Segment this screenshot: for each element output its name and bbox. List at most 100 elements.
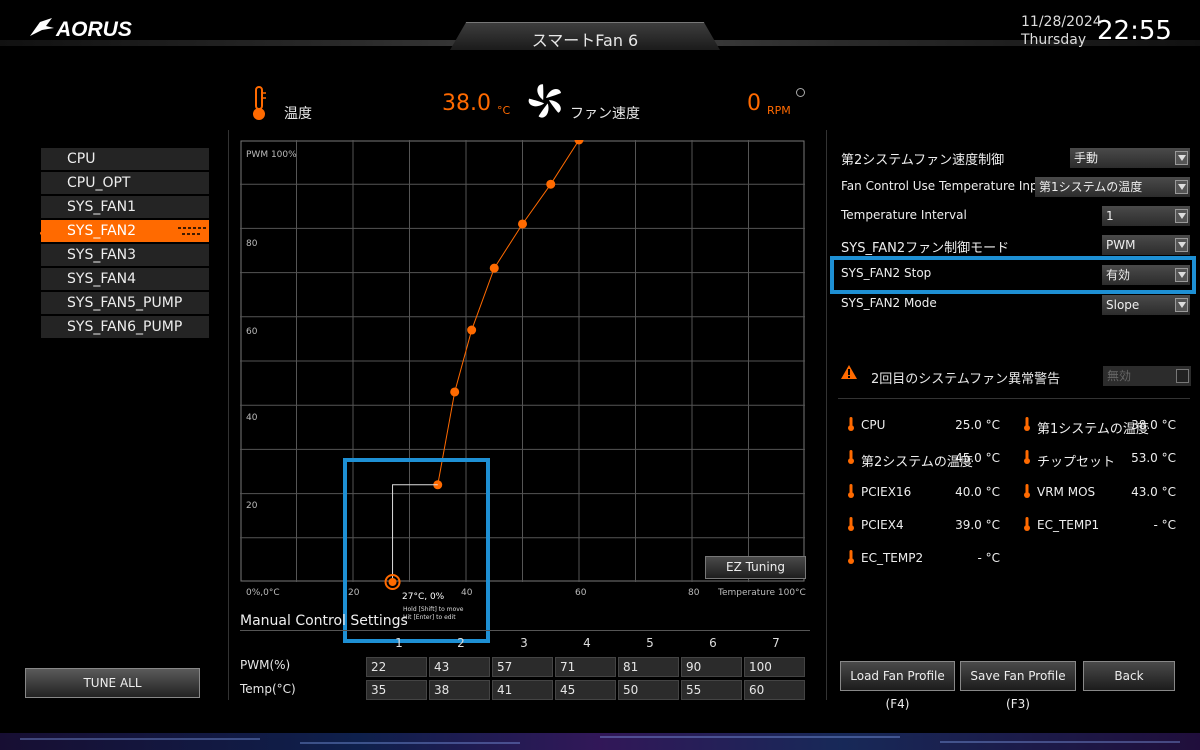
temp-cell[interactable]: 38	[429, 680, 490, 700]
curve-point[interactable]	[546, 179, 556, 189]
pwm-cell[interactable]: 90	[681, 657, 742, 677]
temp-cell[interactable]: 50	[618, 680, 679, 700]
sensor-name: EC_TEMP2	[861, 551, 924, 565]
save-fan-profile-button[interactable]: Save Fan Profile (F3)	[960, 661, 1076, 711]
temp-cell[interactable]: 35	[366, 680, 427, 700]
temp-cell[interactable]: 45	[555, 680, 616, 700]
pwm-cell[interactable]: 22	[366, 657, 427, 677]
temp-row-label: Temp(°C)	[240, 682, 296, 696]
fan-status-icon	[796, 88, 805, 97]
thermometer-icon	[848, 417, 854, 431]
sensor-value: 53.0 °C	[1131, 451, 1176, 465]
sensor-value: 39.0 °C	[955, 518, 1000, 532]
fan-item-cpu-opt[interactable]: CPU_OPT	[41, 172, 209, 194]
fan-fail-warning-checkbox[interactable]	[1176, 369, 1189, 383]
manual-control-title: Manual Control Settings	[240, 613, 408, 629]
sensor-value: 43.0 °C	[1131, 485, 1176, 499]
sensor-name: EC_TEMP1	[1037, 518, 1100, 532]
sensor-value: 38.0 °C	[1131, 418, 1176, 432]
fan-curve-line	[437, 140, 580, 485]
pwm-cell[interactable]: 71	[555, 657, 616, 677]
fan-item-sys-fan3[interactable]: SYS_FAN3	[41, 244, 209, 266]
chevron-down-icon	[1175, 180, 1188, 194]
sensor-value: 40.0 °C	[955, 485, 1000, 499]
chart-grid	[240, 140, 805, 582]
select-value: 手動	[1074, 151, 1099, 165]
thermometer-icon	[848, 550, 854, 564]
temp-cell[interactable]: 60	[744, 680, 805, 700]
sensor-divider	[838, 398, 1190, 399]
footer-decoration	[0, 733, 1200, 750]
column-number: 2	[457, 636, 465, 650]
x-tick-label: 60	[575, 588, 587, 598]
pwm-cell[interactable]: 43	[429, 657, 490, 677]
fan-item-sys-fan6-pump[interactable]: SYS_FAN6_PUMP	[41, 316, 209, 338]
fan-item-sys-fan5-pump[interactable]: SYS_FAN5_PUMP	[41, 292, 209, 314]
curve-point[interactable]	[467, 325, 477, 335]
setting-temp-input-select[interactable]: 第1システムの温度	[1035, 177, 1190, 197]
ez-tuning-button[interactable]: EZ Tuning	[705, 556, 806, 579]
setting-fan-mode-label: SYS_FAN2 Mode	[841, 296, 937, 310]
setting-fan-speed-control-label: 第2システムファン速度制御	[841, 153, 1005, 168]
setting-temp-interval-label: Temperature Interval	[841, 208, 967, 222]
chevron-down-icon	[1175, 298, 1188, 312]
setting-temp-input-label: Fan Control Use Temperature Input	[841, 179, 1050, 193]
x-tick-label: 80	[688, 588, 700, 598]
thermometer-icon	[1024, 450, 1030, 464]
select-value: 1	[1106, 209, 1114, 223]
x-axis-end-label: Temperature 100°C	[717, 588, 806, 598]
setting-control-mode-label: SYS_FAN2ファン制御モード	[841, 241, 1010, 256]
fan-icon	[528, 84, 561, 118]
thermometer-icon	[848, 450, 854, 464]
setting-fan-speed-control-select[interactable]: 手動	[1070, 148, 1190, 168]
brand-logo-text: AORUS	[56, 18, 132, 41]
fan-speed-label: ファン速度	[570, 106, 640, 122]
thermometer-icon	[253, 86, 266, 120]
setting-fan-mode-select[interactable]: Slope	[1102, 295, 1190, 315]
warning-icon	[841, 365, 857, 379]
temp-cell[interactable]: 41	[492, 680, 553, 700]
active-stripe-icon	[40, 227, 57, 235]
curve-point[interactable]	[518, 219, 527, 229]
fan-item-sys-fan1[interactable]: SYS_FAN1	[41, 196, 209, 218]
curve-point[interactable]	[574, 140, 584, 145]
rpm-unit: RPM	[767, 104, 791, 117]
fan-stop-highlight-box	[830, 256, 1196, 294]
fan-item-sys-fan4[interactable]: SYS_FAN4	[41, 268, 209, 290]
select-value: Slope	[1106, 298, 1140, 312]
pwm-row-label: PWM(%)	[240, 658, 291, 672]
temp-cell[interactable]: 55	[681, 680, 742, 700]
sensor-value: 45.0 °C	[955, 451, 1000, 465]
column-number: 1	[395, 636, 403, 650]
pwm-cell[interactable]: 81	[618, 657, 679, 677]
curve-point[interactable]	[450, 387, 460, 397]
fan-fail-warning-label: 2回目のシステムファン異常警告	[871, 372, 1061, 387]
fan-item-cpu[interactable]: CPU	[41, 148, 209, 170]
tune-all-button[interactable]: TUNE ALL	[25, 668, 200, 698]
active-stripe-right-icon	[178, 227, 206, 235]
pwm-cell[interactable]: 57	[492, 657, 553, 677]
column-number: 5	[646, 636, 654, 650]
fan-curve-chart[interactable]: PWM 100% 80 60 40 20 0%,0°C 20 40 60 80 …	[240, 140, 808, 600]
temperature-unit: °C	[497, 104, 511, 117]
select-value: 第1システムの温度	[1039, 180, 1143, 194]
chevron-down-icon	[1175, 238, 1188, 252]
setting-control-mode-select[interactable]: PWM	[1102, 235, 1190, 255]
curve-point[interactable]	[489, 263, 499, 273]
date-text: 11/28/2024	[1021, 14, 1102, 30]
sensor-name: VRM MOS	[1037, 485, 1096, 499]
back-button[interactable]: Back	[1083, 661, 1175, 691]
rpm-value: 0	[747, 91, 761, 116]
temperature-label: 温度	[284, 106, 312, 122]
y-tick-label: 40	[246, 413, 258, 423]
sensor-name: PCIEX16	[861, 485, 912, 499]
load-fan-profile-button[interactable]: Load Fan Profile (F4)	[840, 661, 955, 711]
x-origin-label: 0%,0°C	[246, 588, 280, 598]
setting-temp-interval-select[interactable]: 1	[1102, 206, 1190, 226]
chevron-down-icon	[1175, 151, 1188, 165]
thermometer-icon	[1024, 484, 1030, 498]
y-axis-top-label: PWM 100%	[246, 150, 297, 160]
divider-right	[826, 130, 827, 700]
pwm-cell[interactable]: 100	[744, 657, 805, 677]
day-text: Thursday	[1021, 32, 1087, 48]
